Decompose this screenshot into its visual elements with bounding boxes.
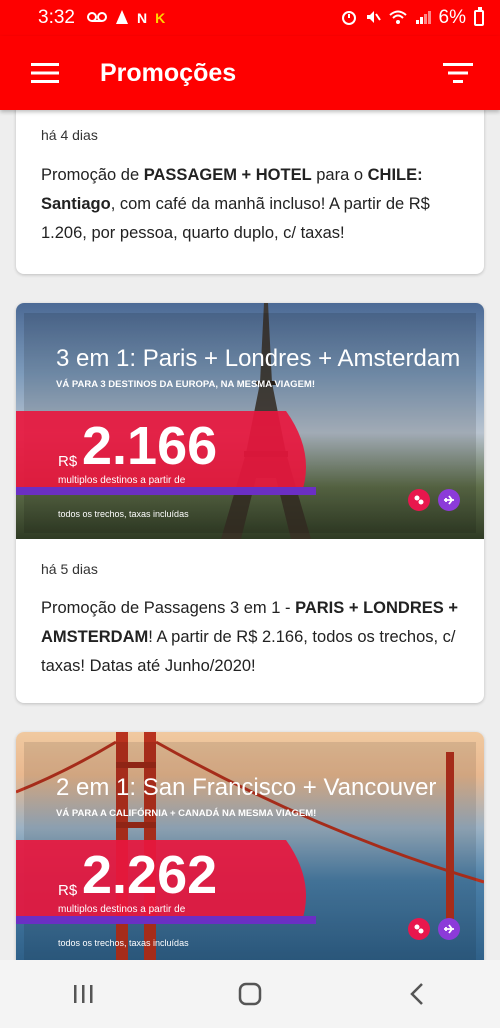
airplane-icon [438,918,460,940]
app-bar: Promoções [0,36,500,110]
price-caption: multiplos destinos a partir de [58,475,186,486]
status-indicators: 6% [341,7,484,29]
app-notification-icon [115,9,129,28]
status-bar: 3:32 N K 6% [0,0,500,36]
banner-subtitle: VÁ PARA 3 DESTINOS DA EUROPA, NA MESMA V… [56,379,315,390]
filter-icon [443,63,473,83]
price-footnote: todos os trechos, taxas incluídas [58,938,189,948]
price-caption: multiplos destinos a partir de [58,904,186,915]
status-time: 3:32 [38,7,75,28]
page-title: Promoções [100,58,237,87]
battery-icon [474,7,484,26]
banner-title: 2 em 1: San Francisco + Vancouver [56,774,437,801]
notification-k-icon: K [155,10,166,26]
price-value: 2.262 [82,845,218,905]
mute-icon [365,9,381,28]
promo-description: Promoção de PASSAGEM + HOTEL para o CHIL… [41,166,430,242]
filter-button[interactable] [428,36,488,110]
signal-icon [415,10,431,27]
home-icon [238,982,262,1006]
promo-card[interactable]: 2 em 1: San Francisco + Vancouver VÁ PAR… [16,732,484,960]
promo-description: Promoção de Passagens 3 em 1 - PARIS + L… [41,599,458,675]
price-currency: R$ [58,882,78,899]
hamburger-menu-icon [31,63,59,83]
promo-card[interactable]: há 4 dias Promoção de PASSAGEM + HOTEL p… [16,110,484,274]
battery-percent: 6% [438,7,466,28]
price-value: 2.166 [82,416,218,476]
system-navigation-bar [0,960,500,1028]
wifi-icon [388,10,407,27]
airplane-icon [438,489,460,511]
menu-button[interactable] [0,36,90,110]
status-notifications: N K [86,9,166,28]
promo-banner-image[interactable]: 3 em 1: Paris + Londres + Amsterdam VÁ P… [16,303,484,539]
promo-banner-image[interactable]: 2 em 1: San Francisco + Vancouver VÁ PAR… [16,732,484,960]
banner-title: 3 em 1: Paris + Londres + Amsterdam [56,345,461,372]
home-button[interactable] [210,960,290,1028]
promotions-list[interactable]: há 4 dias Promoção de PASSAGEM + HOTEL p… [0,110,500,960]
alarm-icon [341,9,357,28]
recent-apps-button[interactable] [43,960,123,1028]
banner-subtitle: VÁ PARA A CALIFÓRNIA + CANADÁ NA MESMA V… [56,808,317,819]
price-footnote: todos os trechos, taxas incluídas [58,509,189,519]
map-pin-icon [408,489,430,511]
back-button[interactable] [377,960,457,1028]
back-icon [409,983,423,1005]
map-pin-icon [408,918,430,940]
price-currency: R$ [58,453,78,470]
post-age: há 4 dias [41,127,98,143]
notification-n-icon: N [136,10,148,26]
recent-apps-icon [74,985,93,1003]
promo-card[interactable]: 3 em 1: Paris + Londres + Amsterdam VÁ P… [16,303,484,703]
post-age: há 5 dias [41,561,98,577]
voicemail-icon [86,10,107,26]
